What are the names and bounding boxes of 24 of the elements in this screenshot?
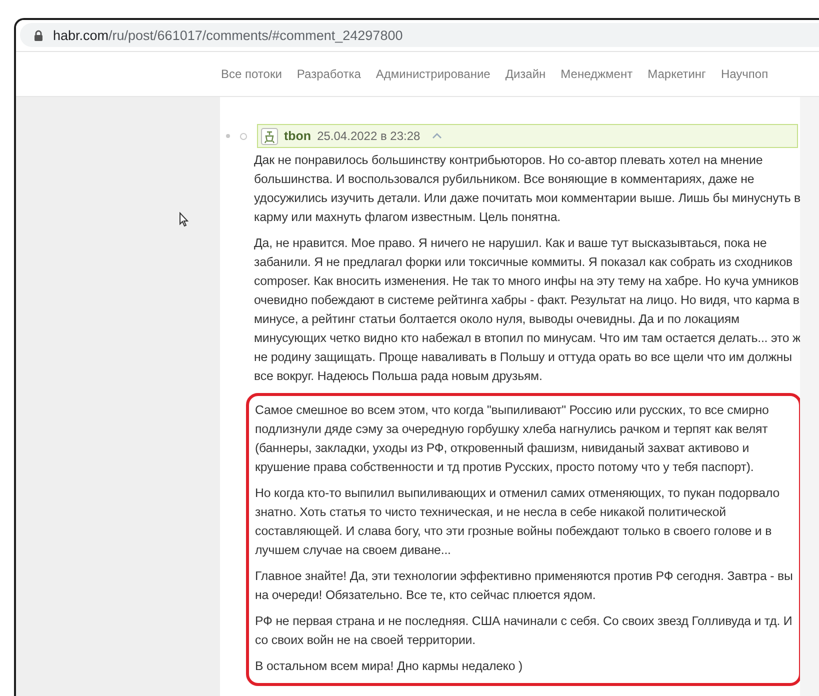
thread-circle-icon (240, 132, 247, 140)
comment-paragraph: Да, не нравится. Мое право. Я ничего не нарушил. Как и ваше тут высказывтаься, пока не забанили. Я не предлагал форки или токсичные коммиты. Я показал как собрать из сходников composer. Как вносить изменения. Не так то много инфы на эту тему на хабре. Но куча умников очевидно побеждают в системе рейтинга хабры - факт. Результат на лицо. Но видя, что карма в минусе, а рейтинг статьи болтается около нуля, выводы очевидны. Да и по локациям минусующих четко видно кто набежал в втопил по минусам. Что им там остается делать... это ж не родину защищать. Проще наваливать в Польшу и оттуда орать во все щели что им должны все вокруг. Надеюсь Польша рада новым друзьям. (254, 235, 802, 385)
url-text: habr.com/ru/post/661017/comments/#comment_24297800 (53, 28, 403, 42)
lock-icon (34, 30, 43, 40)
username-link[interactable]: tbon (284, 129, 312, 143)
comment-paragraph: В остальном всем мира! Дно кармы недалеко ) (255, 658, 524, 675)
nav-link[interactable]: Все потоки (221, 67, 282, 81)
nav-link[interactable]: Научпоп (720, 67, 768, 81)
nav-link[interactable]: Маркетинг (648, 67, 706, 81)
nav-link[interactable]: Разработка (296, 67, 361, 81)
nav-link[interactable]: Менеджмент (560, 67, 633, 81)
comment-paragraph: Главное знайте! Да, эти технологии эффективно применяются против РФ сегодня. Завтра - вы на очереди! Обязательно. Все те, кто сейчас плюется ядом. (255, 568, 794, 604)
comment-date: 25.04.2022 в 23:28 (317, 129, 420, 143)
mouse-cursor-icon (179, 212, 189, 227)
comment-paragraph: РФ не первая страна и не последняя. США начинали с себя. Со своих звезд Голливуда и тд. И со своих войн не на своей территории. (255, 613, 794, 649)
address-bar[interactable]: habr.com/ru/post/661017/comments/#comment_24297800 (20, 23, 819, 47)
nav-link[interactable]: Администрирование (376, 67, 490, 81)
comment-paragraph: Дак не понравилось большинству контрибьюторов. Но со-автор плевать хотел на мнение большинства. И воспользовался рубильником. Все воняющие в комментариях, даже не удосужились изучить детали. Или даже почитать мои комментарии выше. Лишь бы минуснуть в карму или махнуть флагом известным. Цель понятна. (254, 152, 802, 226)
comment-paragraph: Самое смешное во всем этом, что когда "выпиливают" Россию или русских, то все смирно подлизнули дяде сэму за очередную горбушку хлеба нагнулись рачком и терпят как велят (баннеры, закладки, уходы из РФ, откровенный фашизм, нивиданый захват активово и крушение права собственности и тд против Русских, просто потому что у тебя паспорт). (255, 402, 770, 476)
thread-dot-icon (226, 134, 230, 138)
avatar-icon[interactable] (261, 128, 278, 144)
comment-paragraph: Но когда кто-то выпилил выпиливающих и отменил самих отменяющих, то пукан подорвало знатно. Хоть статья то чисто техническая, и не несла в себе никакой политической составляющей. И слава богу, что эти грозные войны побеждают только в своего голове и в лучшем случае на своем диване... (255, 485, 781, 559)
nav-link[interactable]: Дизайн (505, 67, 546, 81)
caret-up-icon[interactable] (432, 133, 442, 139)
